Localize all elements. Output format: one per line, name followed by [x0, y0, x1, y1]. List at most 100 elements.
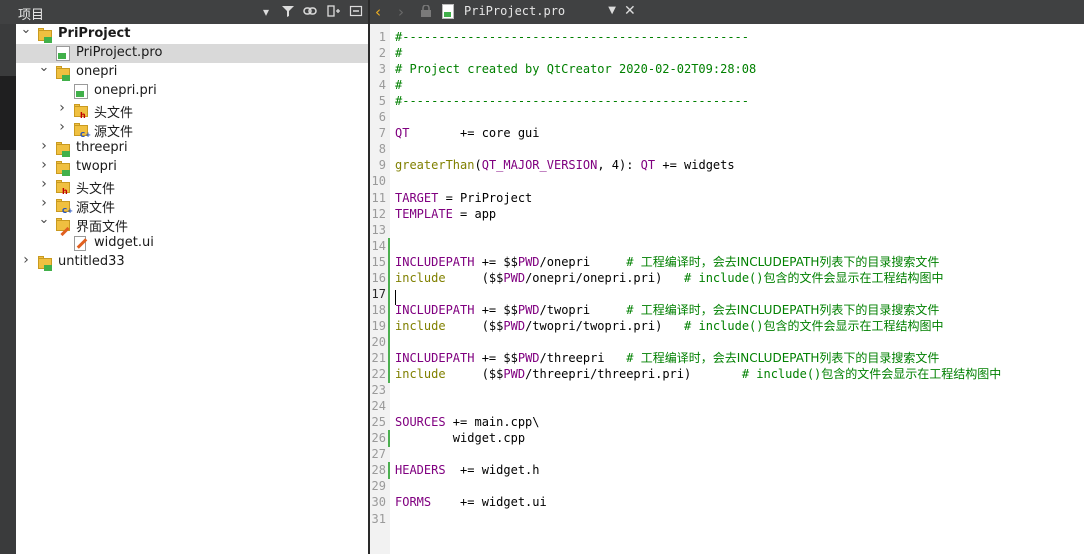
tree-item-label: untitled33	[58, 254, 125, 269]
code-token: QT	[395, 126, 410, 141]
modified-line-marker	[388, 333, 390, 351]
modified-line-marker	[388, 366, 390, 384]
chevron-down-icon[interactable]: ⌄	[38, 61, 50, 75]
code-token: , 4):	[597, 158, 641, 173]
chevron-down-icon[interactable]: ⌄	[20, 23, 32, 37]
chevron-right-icon[interactable]: ›	[38, 177, 50, 191]
line-number-gutter: 1 2 3 4 5 6 7 8 9 10 11 12 13 14 15 16 17 18 19 20 21 22 23 24 2…	[370, 24, 390, 554]
line-number: 27	[371, 447, 386, 462]
code-token: += $$	[474, 254, 518, 269]
code-line: #---------------------------------------…	[395, 29, 749, 45]
code-line: INCLUDEPATH += $$PWD/twopri # 工程编译时，会去IN…	[395, 302, 939, 318]
line-number: 15	[371, 254, 386, 269]
tree-item[interactable]: ⌄ onepri	[16, 61, 368, 82]
tree-item[interactable]: › threepri	[16, 139, 368, 158]
line-number: 30	[371, 495, 386, 510]
line-number: 9	[378, 158, 386, 173]
modified-line-marker	[388, 430, 390, 448]
line-number: 26	[371, 431, 386, 446]
tree-item[interactable]: ⌄ 界面文件	[16, 213, 368, 237]
header-folder-icon: h	[74, 104, 88, 120]
tree-item[interactable]: › h 头文件	[16, 101, 368, 121]
filter-icon[interactable]	[280, 4, 296, 20]
link-with-editor-icon[interactable]	[302, 4, 318, 20]
code-line: QT += core gui	[395, 125, 540, 141]
modified-line-marker	[388, 269, 390, 287]
go-forward-icon[interactable]: ›	[398, 3, 404, 21]
code-editor[interactable]: ‹ › PriProject.pro ▼ ✕ 1 2 3 4 5 6 7 8 9 10 11 12 13…	[370, 0, 1084, 554]
tree-item[interactable]: PriProject.pro	[16, 44, 368, 63]
code-token: FORMS	[395, 495, 432, 510]
code-token: /onepri	[539, 254, 627, 269]
tree-item-label: PriProject.pro	[76, 45, 163, 60]
chevron-right-icon[interactable]: ›	[56, 120, 68, 134]
code-token: # Project created by QtCreator 2020-02-0…	[395, 62, 757, 77]
code-token: #	[395, 46, 403, 61]
code-token: HEADERS	[395, 463, 446, 478]
tree-item[interactable]: › h 头文件	[16, 177, 368, 197]
chevron-right-icon[interactable]: ›	[38, 139, 50, 153]
tree-item[interactable]: › C+ 源文件	[16, 196, 368, 216]
qt-project-folder-icon	[38, 256, 52, 271]
tree-item[interactable]: ⌄ PriProject	[16, 23, 368, 44]
code-token: /threepri/threepri.pri)	[525, 367, 742, 382]
line-number: 29	[371, 479, 386, 494]
tree-item[interactable]: › C+ 源文件	[16, 120, 368, 140]
code-token: += $$	[474, 302, 518, 317]
open-documents-combo[interactable]: PriProject.pro ▼	[442, 3, 616, 21]
tree-item-label: 头文件	[76, 182, 116, 197]
code-token: PWD	[503, 367, 526, 382]
code-token: += widget.ui	[431, 495, 547, 510]
chevron-right-icon[interactable]: ›	[38, 158, 50, 172]
chevron-down-icon[interactable]: ⌄	[38, 213, 50, 227]
code-token: 包含的文件会显示在工程结构图中	[821, 367, 1002, 382]
code-token: ($$	[445, 270, 504, 285]
modified-line-marker	[388, 350, 390, 367]
tree-item-label: threepri	[76, 140, 128, 155]
close-document-icon[interactable]: ✕	[624, 3, 636, 19]
code-token: 工程编译时，会去INCLUDEPATH列表下的目录搜索文件	[640, 254, 940, 269]
tree-item-label: widget.ui	[94, 235, 154, 250]
code-token: /twopri/twopri.pri)	[525, 318, 685, 333]
line-number: 11	[371, 190, 386, 205]
tree-item[interactable]: widget.ui	[16, 234, 368, 253]
modified-line-marker	[388, 462, 390, 480]
code-line: # Project created by QtCreator 2020-02-0…	[395, 61, 756, 77]
chevron-right-icon[interactable]: ›	[38, 196, 50, 210]
code-token: 包含的文件会显示在工程结构图中	[763, 318, 944, 333]
line-number: 2	[378, 46, 386, 61]
go-back-icon[interactable]: ‹	[375, 3, 381, 21]
split-view-icon[interactable]	[326, 4, 342, 20]
tree-item-label: twopri	[76, 159, 117, 174]
code-token: # include()	[684, 318, 764, 333]
source-folder-icon: C+	[74, 123, 91, 139]
qt-folder-icon	[56, 161, 70, 176]
tree-item-label: 头文件	[94, 106, 134, 121]
tree-item[interactable]: › twopri	[16, 158, 368, 177]
tree-item[interactable]: › untitled33	[16, 253, 368, 272]
line-number: 3	[378, 62, 386, 77]
code-token: include	[395, 270, 446, 285]
text-cursor	[395, 290, 396, 305]
code-token: INCLUDEPATH	[395, 302, 475, 317]
line-number: 23	[371, 383, 386, 398]
tree-item[interactable]: onepri.pri	[16, 82, 368, 101]
code-line: INCLUDEPATH += $$PWD/onepri # 工程编译时，会去IN…	[395, 254, 939, 270]
lock-icon[interactable]	[420, 4, 432, 21]
code-token: widget.cpp	[395, 431, 526, 446]
code-token: TEMPLATE	[395, 206, 453, 221]
chevron-right-icon[interactable]: ›	[20, 253, 32, 267]
modified-line-marker	[388, 253, 390, 271]
code-token: ($$	[445, 318, 504, 333]
code-token: #---------------------------------------…	[395, 94, 750, 109]
view-dropdown-icon[interactable]: ▾	[258, 4, 274, 20]
code-token: += core gui	[409, 126, 540, 141]
close-pane-icon[interactable]	[348, 4, 364, 20]
code-token: += widgets	[655, 158, 735, 173]
code-line: FORMS += widget.ui	[395, 494, 547, 510]
chevron-right-icon[interactable]: ›	[56, 101, 68, 115]
code-token: # include()	[741, 367, 822, 382]
code-token: = PriProject	[438, 190, 533, 205]
code-line: INCLUDEPATH += $$PWD/threepri # 工程编译时，会去…	[395, 350, 939, 366]
chevron-down-icon[interactable]: ▼	[608, 5, 616, 16]
